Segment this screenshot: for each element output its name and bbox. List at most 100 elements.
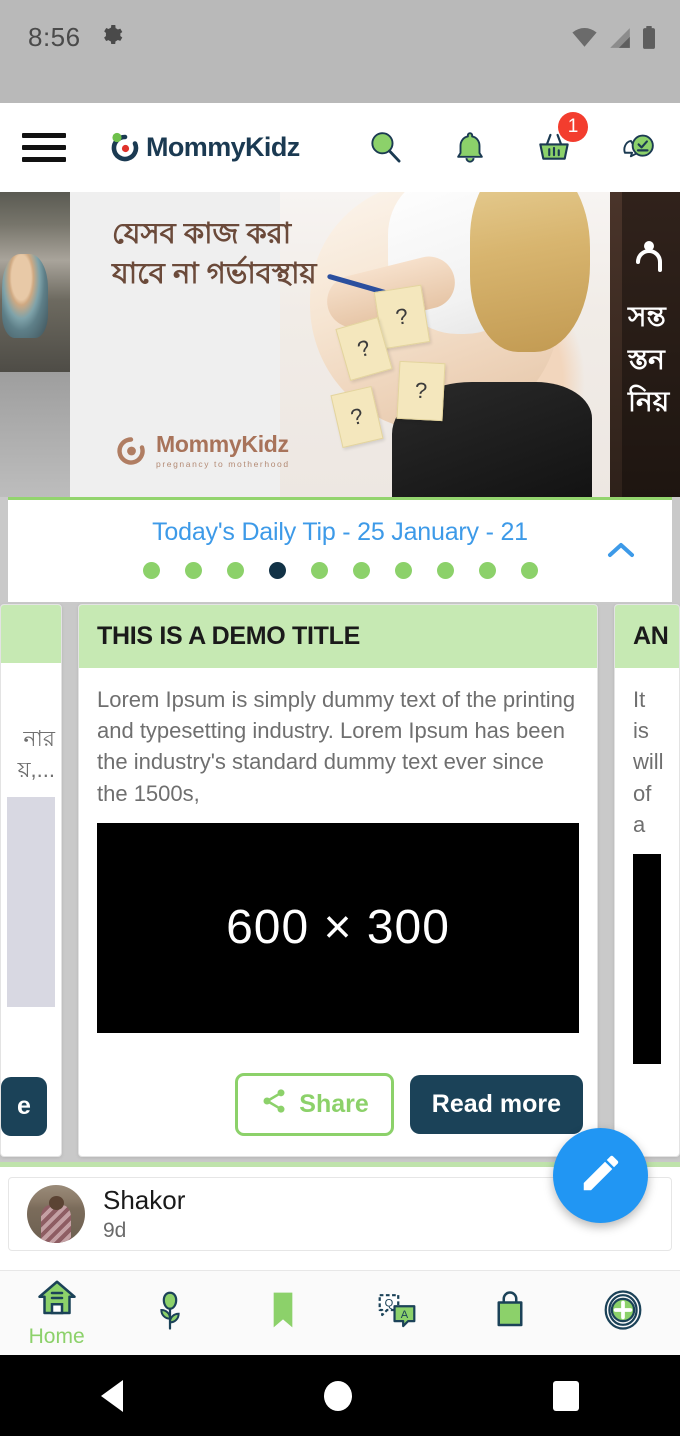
tip-card-text-line2: য়,...	[17, 757, 55, 783]
tip-card-text-line2: will	[633, 749, 664, 775]
chevron-up-icon[interactable]	[606, 540, 634, 558]
tip-card-title: THIS IS A DEMO TITLE	[97, 622, 360, 650]
banner-next-line3: নিয়	[628, 386, 670, 418]
brand-logo[interactable]: MommyKidz	[108, 131, 300, 165]
tip-card-text-line3: of a	[633, 780, 652, 837]
tip-card-text: Lorem Ipsum is simply dummy text of the …	[97, 687, 576, 806]
nav-item-add[interactable]	[568, 1289, 678, 1338]
svg-text:Q: Q	[384, 1297, 393, 1309]
nav-item-bookmarks[interactable]	[228, 1290, 338, 1337]
feed-post-author: Shakor	[103, 1185, 186, 1216]
tip-card-actions: e	[1, 1059, 61, 1156]
home-circle-icon[interactable]	[323, 1380, 352, 1411]
feed-post-time: 9d	[103, 1218, 127, 1242]
banner-previous-image-bottom	[0, 372, 70, 497]
tip-card-current[interactable]: THIS IS A DEMO TITLE Lorem Ipsum is simp…	[78, 604, 598, 1157]
banner-photo-hair	[470, 192, 590, 352]
tip-card-next[interactable]: AN It is will of a	[614, 604, 680, 1157]
pagination-dot[interactable]	[226, 562, 244, 579]
tip-card-row: নার য়,... e THIS IS A DEMO TITLE Lorem …	[0, 602, 680, 1157]
tip-card-image-placeholder	[7, 797, 55, 1008]
tip-card-image-placeholder: 600 × 300	[97, 822, 579, 1033]
basket-icon[interactable]: 1	[534, 111, 588, 168]
tip-card-actions: Share Read more	[79, 1055, 597, 1156]
tip-card-header	[1, 605, 61, 663]
pagination-dot[interactable]	[478, 562, 496, 579]
bell-icon[interactable]	[450, 128, 490, 168]
tip-card-previous[interactable]: নার য়,... e	[0, 604, 62, 1157]
plus-circle-icon	[602, 1289, 644, 1336]
tip-card-text-line1: It is	[633, 687, 649, 744]
nav-item-home-label: Home	[28, 1324, 85, 1348]
daily-tip-title[interactable]: Today's Daily Tip - 25 January - 21	[152, 518, 528, 547]
status-bar-clock: 8:56	[28, 22, 81, 52]
tip-card-title: AN	[633, 622, 669, 650]
shopping-bag-icon	[493, 1290, 527, 1335]
read-more-button[interactable]: Read more	[409, 1075, 583, 1134]
tip-card-body: Lorem Ipsum is simply dummy text of the …	[79, 668, 597, 1055]
pagination-dot[interactable]	[184, 562, 202, 579]
banner-title-line2: যাবে না গর্ভাবস্থায়	[112, 258, 317, 291]
share-icon	[260, 1087, 288, 1122]
back-triangle-icon[interactable]	[100, 1379, 123, 1412]
pagination-dot[interactable]	[520, 562, 538, 579]
app-header: MommyKidz 1	[0, 103, 680, 192]
compose-fab-button[interactable]	[553, 1128, 648, 1223]
pagination-dot[interactable]	[310, 562, 328, 579]
hamburger-menu-icon[interactable]	[22, 133, 66, 162]
android-navigation-bar	[0, 1355, 680, 1436]
battery-icon	[642, 26, 656, 55]
bookmark-icon	[269, 1290, 297, 1335]
banner-previous-image	[0, 192, 70, 372]
status-bar-right	[571, 22, 656, 55]
nav-item-home[interactable]: Home	[2, 1278, 112, 1349]
share-button[interactable]: Share	[235, 1073, 394, 1136]
app-screen: 8:56 MommyKidz 1 ? ? ? ? যেসব কাজ করা যা…	[0, 0, 680, 1436]
status-bar-left: 8:56	[28, 22, 123, 53]
banner-next-text: সন্ত স্তন নিয়	[628, 296, 680, 424]
daily-tip-pagination[interactable]	[142, 562, 538, 579]
svg-text:A: A	[400, 1309, 408, 1321]
pagination-dot[interactable]	[352, 562, 370, 579]
bottom-navigation-bar: Home Q A	[0, 1270, 680, 1355]
tip-card-body: It is will of a	[615, 668, 679, 1156]
banner-slide-previous[interactable]	[0, 192, 70, 497]
recents-square-icon[interactable]	[553, 1380, 580, 1411]
banner-title-line1: যেসব কাজ করা	[112, 218, 292, 250]
nav-item-shop[interactable]	[455, 1290, 565, 1337]
app-header-actions: 1	[366, 111, 658, 168]
banner-logo: MommyKidz pregnancy to motherhood	[114, 433, 290, 469]
tip-card-image-placeholder	[633, 854, 661, 1065]
pagination-dot[interactable]	[436, 562, 454, 579]
tip-card-carousel[interactable]: নার য়,... e THIS IS A DEMO TITLE Lorem …	[0, 602, 680, 1162]
mommykidz-logo-icon	[108, 131, 142, 165]
pagination-dot-active[interactable]	[268, 562, 286, 579]
flower-icon	[153, 1289, 187, 1336]
pagination-dot[interactable]	[394, 562, 412, 579]
banner-carousel[interactable]: ? ? ? ? যেসব কাজ করা যাবে না গর্ভাবস্থায…	[0, 192, 680, 497]
nav-item-qa[interactable]: Q A	[342, 1290, 452, 1337]
banner-title: যেসব কাজ করা যাবে না গর্ভাবস্থায়	[112, 214, 362, 294]
tip-card-text-line1: নার	[23, 726, 55, 751]
share-button-label: Share	[299, 1090, 369, 1118]
android-status-bar: 8:56	[0, 0, 680, 103]
avatar[interactable]	[27, 1185, 85, 1243]
banner-next-line1: সন্ত	[628, 301, 666, 332]
nav-item-pregnancy[interactable]	[115, 1289, 225, 1338]
banner-logo-name: MommyKidz	[156, 431, 289, 457]
daily-tip-section: Today's Daily Tip - 25 January - 21	[0, 497, 680, 602]
mommykidz-logo-icon	[114, 434, 148, 468]
chat-check-icon[interactable]	[618, 128, 658, 168]
banner-slide-next[interactable]: সন্ত স্তন নিয়	[610, 192, 680, 497]
banner-logo-tagline: pregnancy to motherhood	[156, 459, 290, 469]
search-icon[interactable]	[366, 128, 406, 168]
mommykidz-logo-icon	[632, 240, 664, 274]
daily-tip-panel: Today's Daily Tip - 25 January - 21	[8, 497, 672, 602]
pagination-dot[interactable]	[142, 562, 160, 579]
read-more-button[interactable]: e	[1, 1077, 47, 1136]
wifi-icon	[571, 27, 598, 54]
qa-chat-icon: Q A	[376, 1290, 418, 1335]
cart-badge: 1	[558, 111, 588, 142]
home-icon	[35, 1278, 79, 1323]
banner-slide-current[interactable]: ? ? ? ? যেসব কাজ করা যাবে না গর্ভাবস্থায…	[70, 192, 610, 497]
